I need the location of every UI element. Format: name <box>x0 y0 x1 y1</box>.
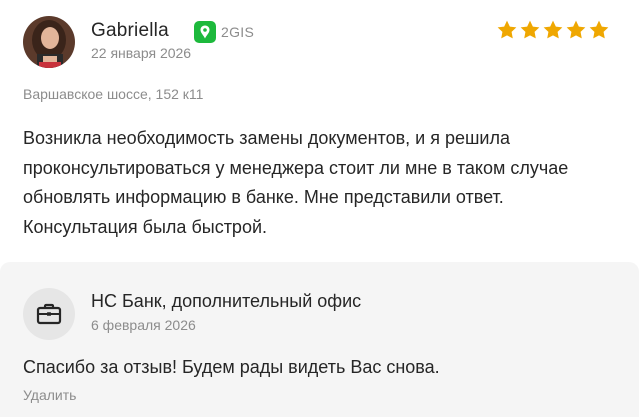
source-badge: 2GIS <box>194 21 254 43</box>
star-icon <box>566 20 586 39</box>
star-icon <box>520 20 540 39</box>
2gis-logo-icon <box>194 21 216 43</box>
star-icon <box>497 20 517 39</box>
reply-date: 6 февраля 2026 <box>91 317 196 333</box>
delete-reply-link[interactable]: Удалить <box>23 387 76 403</box>
org-reply: НС Банк, дополнительный офис 6 февраля 2… <box>0 262 639 417</box>
review-text: Возникла необходимость замены документов… <box>23 128 569 237</box>
reply-text: Спасибо за отзыв! Будем рады видеть Вас … <box>23 357 440 377</box>
review-date: 22 января 2026 <box>91 45 192 61</box>
star-icon <box>543 20 563 39</box>
star-icon <box>589 20 609 39</box>
review-address: Варшавское шоссе, 152 к11 <box>23 86 204 102</box>
review-card: Gabriella 2GIS 22 января 2026 Варшавское… <box>0 0 639 262</box>
star-rating <box>496 19 610 41</box>
org-name: НС Банк, дополнительный офис <box>91 291 362 311</box>
author-avatar[interactable] <box>23 16 75 68</box>
review-page: Gabriella 2GIS 22 января 2026 Варшавское… <box>0 0 639 417</box>
author-name[interactable]: Gabriella <box>91 20 169 42</box>
briefcase-icon <box>36 303 62 325</box>
source-label: 2GIS <box>221 24 255 40</box>
org-avatar <box>23 288 75 340</box>
